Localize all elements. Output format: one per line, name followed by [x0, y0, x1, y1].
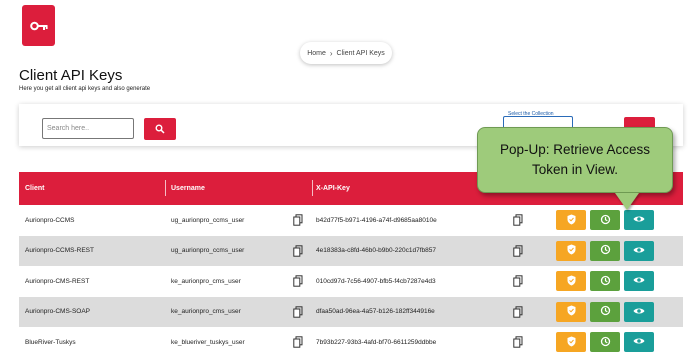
copy-icon[interactable]	[513, 214, 523, 226]
page-title: Client API Keys	[19, 67, 123, 84]
history-button[interactable]	[590, 271, 620, 291]
cell-api-key: b42d77f5-b971-4196-a74f-d9685aa8010e	[316, 216, 437, 224]
copy-icon[interactable]	[513, 336, 523, 348]
shield-icon	[567, 275, 576, 288]
view-button[interactable]	[624, 332, 654, 352]
history-icon	[600, 275, 611, 288]
history-button[interactable]	[590, 210, 620, 230]
copy-icon[interactable]	[513, 305, 523, 318]
shield-button[interactable]	[556, 210, 586, 230]
history-icon	[600, 336, 611, 349]
cell-api-key: dfaa50ad-96ea-4a57-b126-182ff344916e	[316, 308, 435, 316]
copy-icon[interactable]	[293, 214, 303, 226]
copy-icon[interactable]	[293, 336, 303, 348]
view-button[interactable]	[624, 271, 654, 291]
copy-icon[interactable]	[293, 305, 303, 318]
copy-icon[interactable]	[513, 244, 523, 257]
callout-popup-note: Pop-Up: Retrieve Access Token in View.	[477, 127, 673, 193]
chevron-right-icon: ›	[329, 48, 333, 58]
search-icon	[155, 124, 165, 134]
table-row: Aurionpro-CMS-REST ke_aurionpro_cms_user 0…	[19, 266, 683, 297]
eye-icon	[633, 246, 645, 256]
shield-button[interactable]	[556, 271, 586, 291]
history-icon	[600, 244, 611, 257]
table-body: Aurionpro-CCMS ug_aurionpro_ccms_user b42d…	[19, 205, 683, 358]
header-divider	[312, 180, 313, 196]
history-icon	[600, 305, 611, 318]
search-button[interactable]	[144, 118, 176, 140]
cell-username: ke_aurionpro_cms_user	[171, 308, 241, 316]
history-button[interactable]	[590, 240, 620, 261]
copy-icon[interactable]	[293, 244, 303, 257]
cell-api-key: 7b93b227-93b3-4afd-bf70-6611259ddbbe	[316, 338, 437, 346]
header-divider	[165, 180, 166, 196]
view-button[interactable]	[624, 210, 654, 230]
history-icon	[600, 214, 611, 227]
api-keys-table: Client Username X-API-Key Aurionpro-CCMS…	[19, 172, 683, 358]
breadcrumb: Home › Client API Keys	[300, 42, 392, 64]
table-row: Aurionpro-CCMS-REST ug_aurionpro_ccms_use…	[19, 235, 683, 266]
breadcrumb-current: Client API Keys	[336, 49, 385, 57]
callout-pointer	[615, 193, 639, 210]
view-button[interactable]	[624, 240, 654, 261]
header-api-key: X-API-Key	[316, 185, 350, 192]
shield-icon	[567, 305, 576, 318]
cell-username: ke_aurionpro_cms_user	[171, 277, 241, 285]
eye-icon	[633, 215, 645, 225]
cell-api-key: 4e18383a-c8fd-46b0-b9b0-220c1d7fb857	[316, 247, 436, 255]
cell-username: ug_aurionpro_ccms_user	[171, 247, 245, 255]
breadcrumb-home-link[interactable]: Home	[307, 50, 326, 57]
cell-client: BlueRiver-Tuskys	[25, 338, 76, 346]
app-logo	[22, 5, 55, 46]
cell-username: ke_blueriver_tuskys_user	[171, 338, 245, 346]
cell-api-key: 010cd97d-7c56-4907-bfb5-f4cb7287e4d3	[316, 277, 436, 285]
cell-username: ug_aurionpro_ccms_user	[171, 216, 245, 224]
copy-icon[interactable]	[293, 275, 303, 287]
shield-button[interactable]	[556, 332, 586, 352]
shield-icon	[567, 336, 576, 349]
cell-client: Aurionpro-CCMS	[25, 216, 75, 224]
eye-icon	[633, 307, 645, 317]
key-icon	[29, 21, 48, 30]
view-button[interactable]	[624, 301, 654, 322]
shield-icon	[567, 244, 576, 257]
header-username: Username	[171, 185, 205, 192]
table-row: Aurionpro-CMS-SOAP ke_aurionpro_cms_user d…	[19, 296, 683, 327]
search-input[interactable]: Search here..	[42, 118, 134, 139]
table-row: Aurionpro-CCMS ug_aurionpro_ccms_user b42d…	[19, 205, 683, 236]
history-button[interactable]	[590, 332, 620, 352]
eye-icon	[633, 337, 645, 347]
cell-client: Aurionpro-CMS-SOAP	[25, 308, 91, 316]
header-client: Client	[25, 185, 45, 192]
page-subtitle: Here you get all client api keys and als…	[19, 86, 151, 92]
shield-button[interactable]	[556, 240, 586, 261]
shield-button[interactable]	[556, 301, 586, 322]
table-row: BlueRiver-Tuskys ke_blueriver_tuskys_user…	[19, 327, 683, 358]
cell-client: Aurionpro-CMS-REST	[25, 277, 90, 285]
eye-icon	[633, 276, 645, 286]
copy-icon[interactable]	[513, 275, 523, 287]
shield-icon	[567, 214, 576, 227]
history-button[interactable]	[590, 301, 620, 322]
cell-client: Aurionpro-CCMS-REST	[25, 247, 94, 255]
